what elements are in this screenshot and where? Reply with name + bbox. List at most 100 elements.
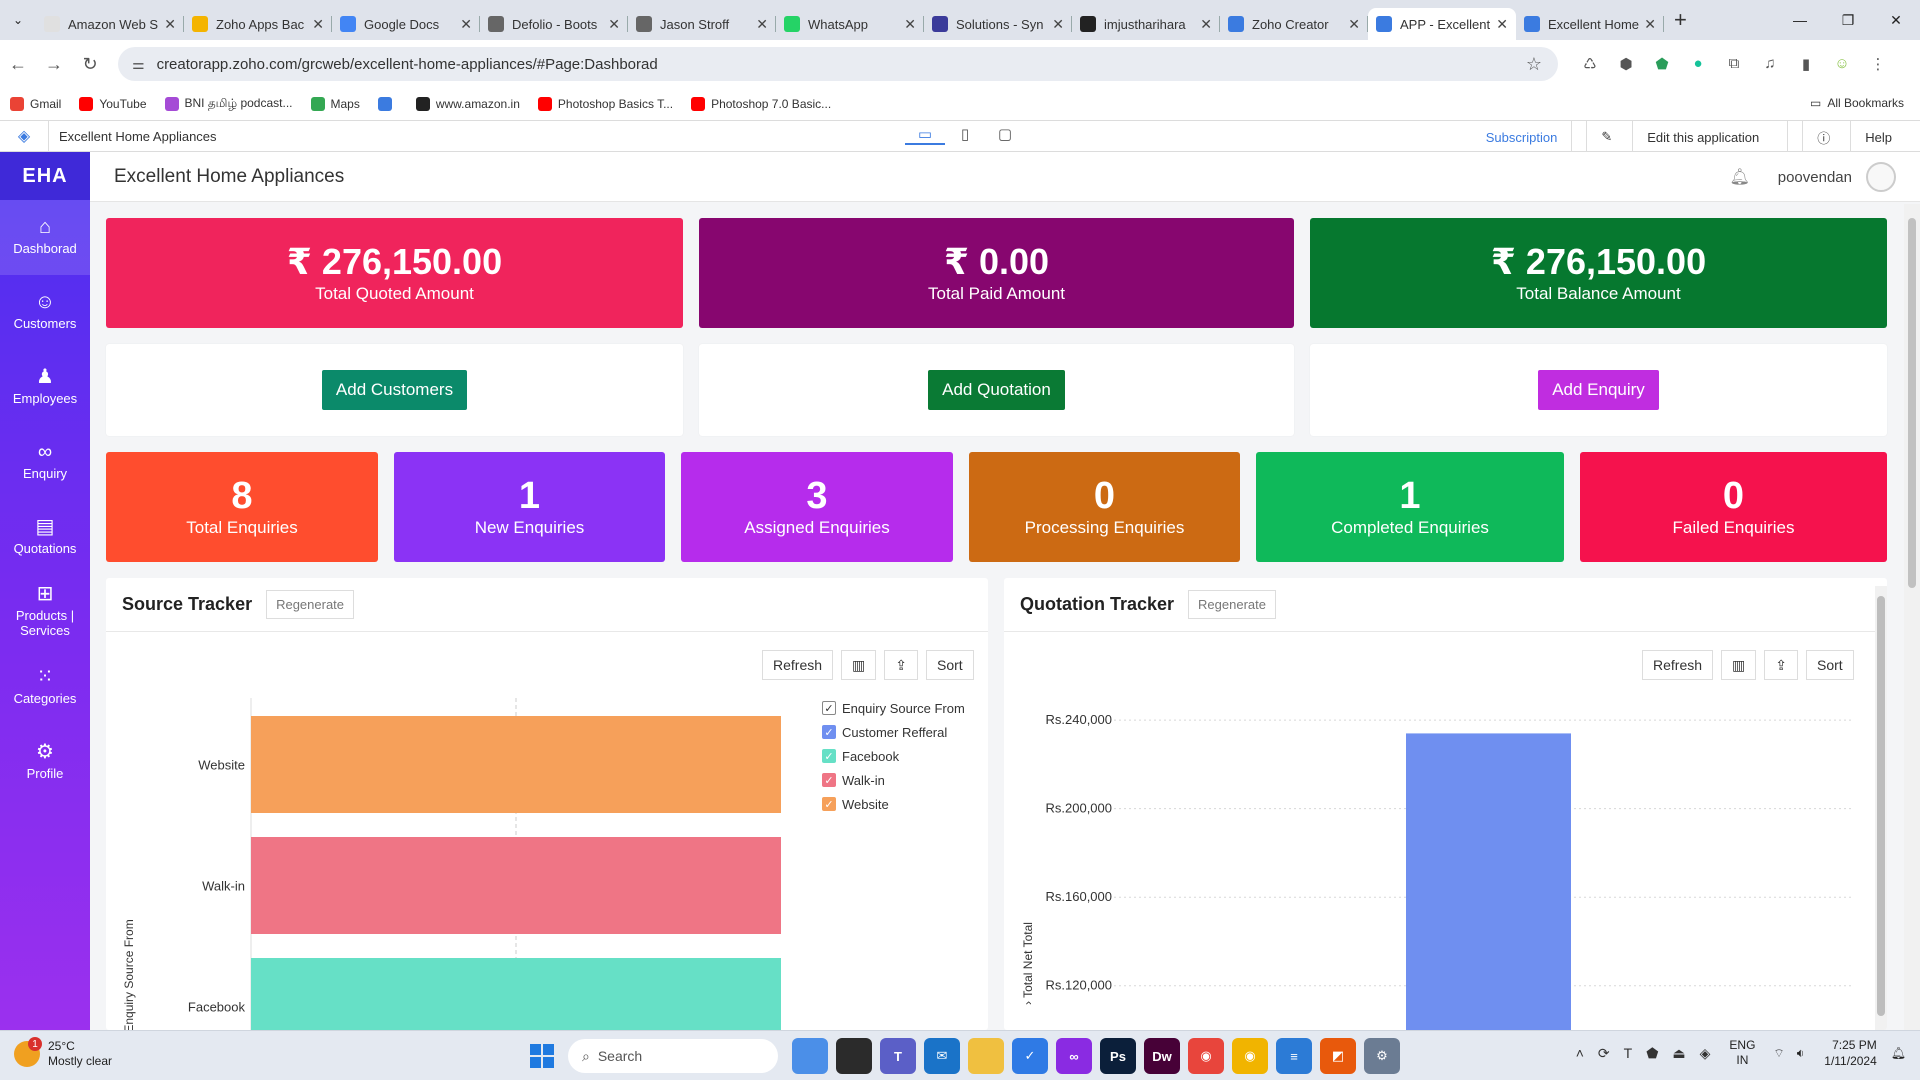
todo-icon[interactable]: ✓ xyxy=(1012,1038,1048,1074)
chart-type-icon[interactable]: ▥ xyxy=(1721,650,1757,680)
add-quotation-button[interactable]: Add Quotation xyxy=(928,370,1065,410)
office-icon[interactable]: ◩ xyxy=(1320,1038,1356,1074)
quotation-regenerate-button[interactable]: Regenerate xyxy=(1188,590,1276,619)
tab-search-icon[interactable]: ⌄ xyxy=(0,0,36,40)
tab-close-icon[interactable]: ✕ xyxy=(904,16,916,33)
shield-extension-icon[interactable]: ⬢ xyxy=(1608,55,1644,73)
taskview-icon[interactable] xyxy=(836,1038,872,1074)
panel-scrollbar[interactable] xyxy=(1875,586,1887,1030)
bar[interactable] xyxy=(251,716,781,813)
close-window-icon[interactable]: ✕ xyxy=(1872,0,1920,40)
legend-item[interactable]: ✓ Website xyxy=(822,792,965,816)
count-card-completed-enquiries[interactable]: 1 Completed Enquiries xyxy=(1256,452,1564,562)
browser-tab[interactable]: Zoho Creator ✕ xyxy=(1220,8,1368,40)
user-menu[interactable]: 🔔︎ poovendan xyxy=(1729,152,1896,202)
count-card-failed-enquiries[interactable]: 0 Failed Enquiries xyxy=(1580,452,1887,562)
shield-tray-icon[interactable]: ⬟ xyxy=(1646,1045,1658,1062)
mask-icon[interactable]: ∞ xyxy=(1056,1038,1092,1074)
tab-close-icon[interactable]: ✕ xyxy=(1644,16,1656,33)
sidebar-item-gear[interactable]: ⚙ Profile xyxy=(0,725,90,800)
legend-header[interactable]: ✓ Enquiry Source From xyxy=(822,696,965,720)
brand-logo[interactable]: EHA xyxy=(0,152,90,200)
bell-icon[interactable]: 🔔︎ xyxy=(1729,167,1749,187)
quotation-refresh-button[interactable]: Refresh xyxy=(1642,650,1714,680)
photoshop-icon[interactable]: Ps xyxy=(1100,1038,1136,1074)
windows-start-icon[interactable] xyxy=(524,1038,560,1074)
source-sort-button[interactable]: Sort xyxy=(926,650,974,680)
bookmark-item[interactable]: Gmail xyxy=(10,96,61,112)
mobile-preview-icon[interactable]: ▢ xyxy=(985,125,1025,145)
maximize-icon[interactable]: ❐ xyxy=(1824,0,1872,40)
copilot-icon[interactable] xyxy=(792,1038,828,1074)
bookmark-item[interactable]: Maps xyxy=(310,96,360,112)
bookmark-item[interactable]: Photoshop Basics T... xyxy=(537,96,673,112)
media-control-icon[interactable]: ♫ xyxy=(1752,55,1788,73)
page-scrollbar-thumb[interactable] xyxy=(1908,218,1916,588)
count-card-assigned-enquiries[interactable]: 3 Assigned Enquiries xyxy=(681,452,953,562)
minimize-icon[interactable]: — xyxy=(1776,0,1824,40)
tab-close-icon[interactable]: ✕ xyxy=(608,16,620,33)
legend-checkbox[interactable]: ✓ xyxy=(822,749,836,763)
count-card-processing-enquiries[interactable]: 0 Processing Enquiries xyxy=(969,452,1240,562)
profile-avatar-icon[interactable]: ☺ xyxy=(1824,55,1860,73)
address-bar[interactable]: ⚌ creatorapp.zoho.com/grcweb/excellent-h… xyxy=(118,47,1558,81)
source-regenerate-button[interactable]: Regenerate xyxy=(266,590,355,619)
legend-checkbox[interactable]: ✓ xyxy=(822,725,836,739)
tab-close-icon[interactable]: ✕ xyxy=(460,16,472,33)
bar[interactable] xyxy=(251,958,781,1030)
bookmark-item[interactable]: www.amazon.in xyxy=(415,96,520,112)
bookmark-item[interactable] xyxy=(377,96,398,112)
sidebar-item-grid[interactable]: ⁙ Categories xyxy=(0,650,90,725)
bookmark-item[interactable]: BNI தமிழ் podcast... xyxy=(164,96,293,112)
settings-icon[interactable]: ⚙ xyxy=(1364,1038,1400,1074)
count-card-total-enquiries[interactable]: 8 Total Enquiries xyxy=(106,452,378,562)
browser-tab[interactable]: Excellent Home ✕ xyxy=(1516,8,1664,40)
export-icon[interactable]: ⇪ xyxy=(1764,650,1798,680)
tab-close-icon[interactable]: ✕ xyxy=(1348,16,1360,33)
back-icon[interactable]: ← xyxy=(0,54,36,75)
edit-application-button[interactable]: ✎ Edit this application xyxy=(1571,121,1787,153)
zoho-creator-logo-icon[interactable]: ◈ xyxy=(0,126,48,146)
sidebar-item-link[interactable]: ∞ Enquiry xyxy=(0,425,90,500)
browser-tab[interactable]: imjustharihara ✕ xyxy=(1072,8,1220,40)
add-enquiry-button[interactable]: Add Enquiry xyxy=(1538,370,1659,410)
browser-tab[interactable]: APP - Excellent ✕ xyxy=(1368,8,1516,40)
subscription-link[interactable]: Subscription xyxy=(1472,121,1572,153)
chrome-icon[interactable]: ◉ xyxy=(1188,1038,1224,1074)
teams-tray-icon[interactable]: T xyxy=(1624,1045,1633,1062)
browser-tab[interactable]: Google Docs ✕ xyxy=(332,8,480,40)
tab-close-icon[interactable]: ✕ xyxy=(312,16,324,33)
vpn-extension-icon[interactable]: ⬟ xyxy=(1644,55,1680,73)
tablet-preview-icon[interactable]: ▯ xyxy=(945,125,985,145)
page-scrollbar[interactable] xyxy=(1904,204,1920,1030)
all-bookmarks-button[interactable]: ▭ All Bookmarks xyxy=(1810,96,1904,110)
notepad-icon[interactable]: ≡ xyxy=(1276,1038,1312,1074)
site-info-icon[interactable]: ⚌ xyxy=(132,56,145,73)
volume-icon[interactable]: 🔉︎ xyxy=(1797,1046,1805,1061)
tab-close-icon[interactable]: ✕ xyxy=(1200,16,1212,33)
count-card-new-enquiries[interactable]: 1 New Enquiries xyxy=(394,452,665,562)
forward-icon[interactable]: → xyxy=(36,54,72,75)
reload-icon[interactable]: ↻ xyxy=(72,54,108,75)
weather-widget[interactable]: 1 25°C Mostly clear xyxy=(14,1037,112,1069)
bookmark-star-icon[interactable]: ☆ xyxy=(1526,54,1542,75)
clock[interactable]: 7:25 PM 1/11/2024 xyxy=(1824,1037,1877,1069)
grammarly-icon[interactable]: ● xyxy=(1680,55,1716,73)
defender-icon[interactable]: ◈ xyxy=(1700,1045,1711,1062)
taskbar-search[interactable]: ⌕ Search xyxy=(568,1039,778,1073)
explorer-icon[interactable] xyxy=(968,1038,1004,1074)
usb-icon[interactable]: ⏏ xyxy=(1672,1045,1685,1062)
source-refresh-button[interactable]: Refresh xyxy=(762,650,834,680)
tab-close-icon[interactable]: ✕ xyxy=(1052,16,1064,33)
recycle-extension-icon[interactable]: ♺ xyxy=(1572,55,1608,73)
new-tab-icon[interactable]: + xyxy=(1674,7,1687,33)
input-language[interactable]: ENG IN xyxy=(1729,1038,1755,1068)
legend-item[interactable]: ✓ Walk-in xyxy=(822,768,965,792)
wifi-icon[interactable]: ⌔ xyxy=(1773,1046,1784,1061)
browser-tab[interactable]: Defolio - Boots ✕ xyxy=(480,8,628,40)
tab-close-icon[interactable]: ✕ xyxy=(164,16,176,33)
tab-close-icon[interactable]: ✕ xyxy=(1496,16,1508,33)
sidebar-item-clipboard[interactable]: ▤ Quotations xyxy=(0,500,90,575)
avatar[interactable] xyxy=(1866,162,1896,192)
y-axis-chevron-icon[interactable]: › xyxy=(1021,998,1035,1005)
